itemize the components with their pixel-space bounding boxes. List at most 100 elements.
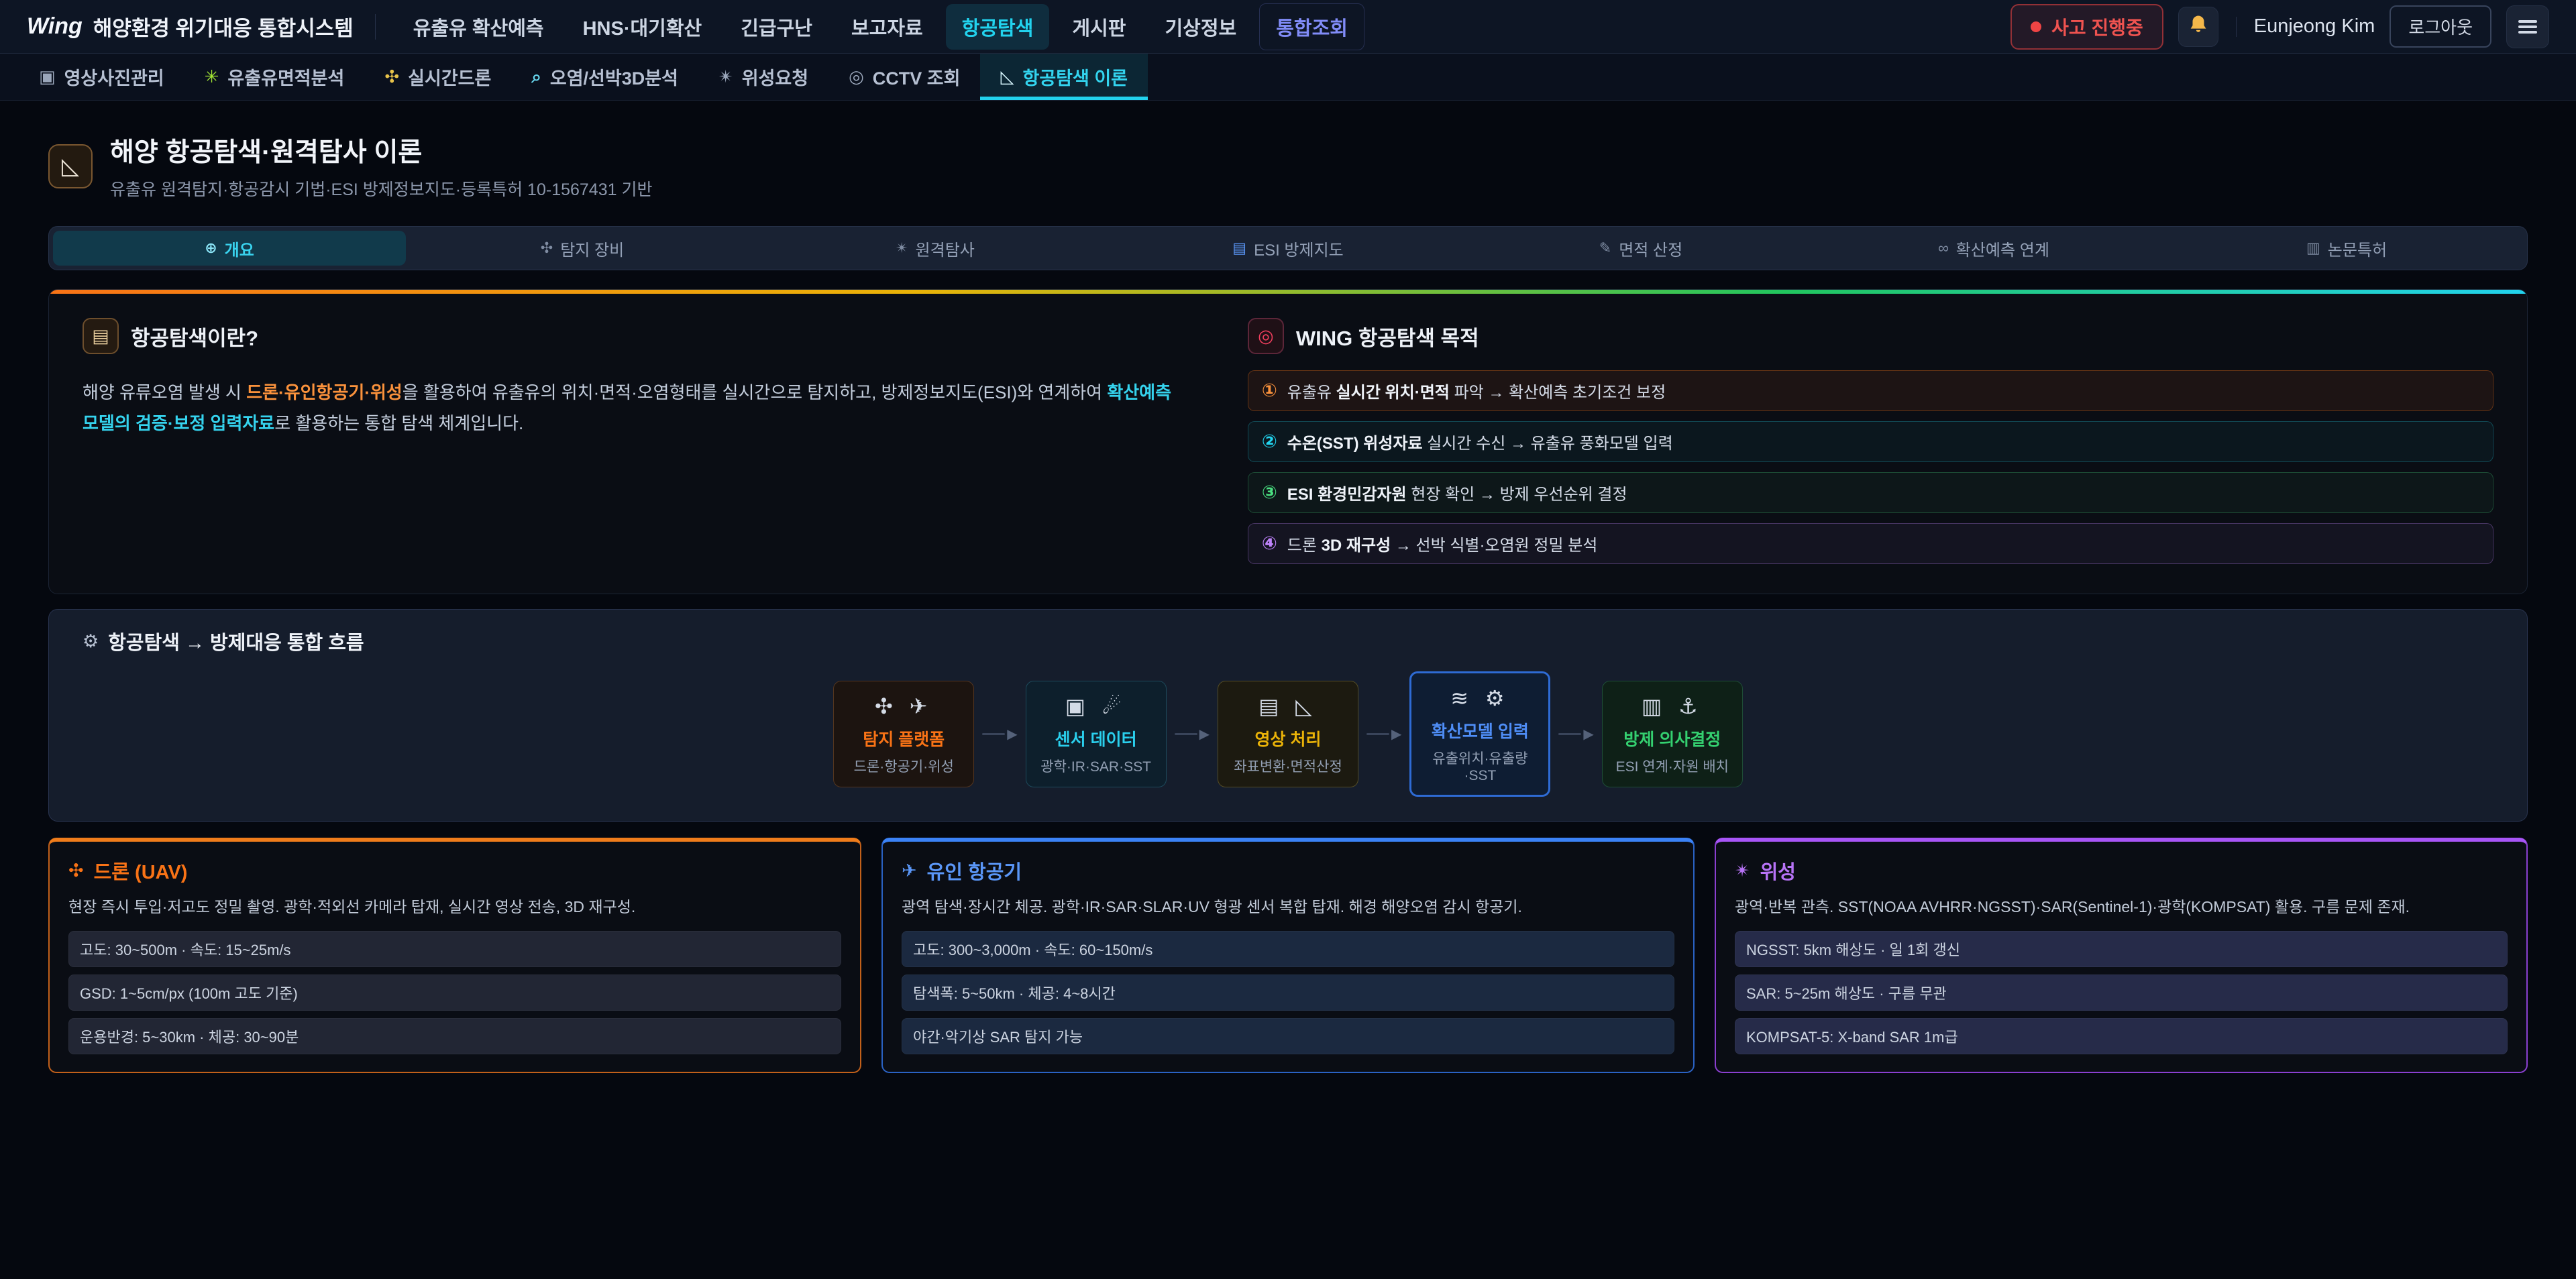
page-content: ◺ 해양 항공탐색·원격탐사 이론 유출유 원격탐지·항공감시 기법·ESI 방… [0, 131, 2576, 1073]
globe-icon: ⊕ [205, 239, 217, 257]
flow-title: ⚙ 항공탐색 → 방제대응 통합 흐름 [83, 627, 2493, 655]
flow-arrow: ▶ [1175, 726, 1210, 742]
subnav-tab-cctv[interactable]: ◎ CCTV 조회 [828, 54, 980, 100]
spec-row: GSD: 1~5cm/px (100m 고도 기준) [68, 975, 841, 1011]
divider [2236, 17, 2237, 37]
flow-arrow: ▶ [1366, 726, 1401, 742]
spec-row: 고도: 30~500m · 속도: 15~25m/s [68, 931, 841, 967]
page-subtitle: 유출유 원격탐지·항공감시 기법·ESI 방제정보지도·등록특허 10-1567… [110, 176, 652, 201]
triangle-ruler-icon: ◺ [1000, 66, 1014, 87]
arrow-right-icon: ▶ [1391, 726, 1401, 742]
satellite-icon: ✴ [896, 239, 908, 257]
overview-panel: ▤ 항공탐색이란? 해양 유류오염 발생 시 드론·유인항공기·위성을 활용하여… [48, 289, 2528, 594]
purpose-item: ② 수온(SST) 위성자료 실시간 수신 → 유출유 풍화모델 입력 [1248, 421, 2493, 462]
camera-sensor-icons: ▣ ☄ [1036, 693, 1157, 719]
pencil-icon: ✎ [1599, 239, 1611, 257]
purpose-item: ③ ESI 환경민감자원 현장 확인 → 방제 우선순위 결정 [1248, 472, 2493, 513]
card-description: 광역 탐색·장시간 체공. 광학·IR·SAR·SLAR·UV 형광 센서 복합… [902, 895, 1674, 919]
menu-button[interactable] [2506, 5, 2549, 48]
section-tabs: ⊕ 개요 ✣ 탐지 장비 ✴ 원격탐사 ▤ ESI 방제지도 ✎ 면적 산정 ∞… [48, 226, 2528, 270]
drone-icon: ✣ [68, 860, 84, 881]
app-title: 해양환경 위기대응 통합시스템 [93, 11, 354, 42]
tab-esi-map[interactable]: ▤ ESI 방제지도 [1112, 231, 1464, 266]
sub-navbar: ▣ 영상사진관리 ✳ 유출유면적분석 ✣ 실시간드론 ⌕ 오염/선박3D분석 ✴… [0, 54, 2576, 101]
tab-papers-patents[interactable]: ▥ 논문특허 [2170, 231, 2523, 266]
manned-aircraft-card: ✈ 유인 항공기 광역 탐색·장시간 체공. 광학·IR·SAR·SLAR·UV… [881, 838, 1695, 1073]
spec-row: NGSST: 5km 해상도 · 일 1회 갱신 [1735, 931, 2508, 967]
highlight-platforms: 드론·유인항공기·위성 [246, 382, 402, 402]
nav-item-rescue[interactable]: 긴급구난 [724, 4, 828, 50]
magnifier-icon: ⌕ [531, 66, 541, 88]
subnav-tab-theory[interactable]: ◺ 항공탐색 이론 [980, 54, 1148, 100]
map-book-icon: ▤ [1232, 239, 1246, 257]
tab-remote-sensing[interactable]: ✴ 원격탐사 [759, 231, 1112, 266]
subnav-tab-live-drone[interactable]: ✣ 실시간드론 [364, 54, 511, 100]
arrow-right-icon: ▶ [1199, 726, 1210, 742]
status-dot-icon [2031, 21, 2041, 32]
card-title: 유인 항공기 [927, 856, 1022, 885]
tab-detection-equipment[interactable]: ✣ 탐지 장비 [406, 231, 759, 266]
purpose-section: ◎ WING 항공탐색 목적 ① 유출유 실시간 위치·면적 파악 → 확산예측… [1248, 318, 2493, 564]
number-1-icon: ① [1262, 380, 1277, 401]
nav-item-reports[interactable]: 보고자료 [835, 4, 939, 50]
cctv-icon: ◎ [849, 66, 864, 87]
target-icon: ◎ [1248, 318, 1284, 354]
number-4-icon: ④ [1262, 533, 1277, 554]
divider [375, 14, 376, 40]
subnav-tab-area-analysis[interactable]: ✳ 유출유면적분석 [184, 54, 365, 100]
drone-plane-icons: ✣ ✈ [843, 693, 964, 719]
purpose-item: ④ 드론 3D 재구성 → 선박 식별·오염원 정밀 분석 [1248, 523, 2493, 564]
purpose-heading: WING 항공탐색 목적 [1296, 321, 1479, 351]
logout-button[interactable]: 로그아웃 [2390, 5, 2491, 48]
number-3-icon: ③ [1262, 482, 1277, 503]
triangle-ruler-icon: ◺ [62, 153, 79, 180]
wing-logo: Wing [27, 13, 83, 40]
card-description: 현장 즉시 투입·저고도 정밀 촬영. 광학·적외선 카메라 탑재, 실시간 영… [68, 895, 841, 919]
main-nav: 유출유 확산예측 HNS·대기확산 긴급구난 보고자료 항공탐색 게시판 기상정… [397, 3, 1364, 50]
drone-icon: ✣ [541, 239, 553, 257]
tab-overview[interactable]: ⊕ 개요 [53, 231, 406, 266]
flow-steps: ✣ ✈ 탐지 플랫폼 드론·항공기·위성 ▶ ▣ ☄ 센서 데이터 광학·IR·… [83, 671, 2493, 797]
drone-card: ✣ 드론 (UAV) 현장 즉시 투입·저고도 정밀 촬영. 광학·적외선 카메… [48, 838, 861, 1073]
tab-area-calculation[interactable]: ✎ 면적 산정 [1464, 231, 1817, 266]
purpose-list: ① 유출유 실시간 위치·면적 파악 → 확산예측 초기조건 보정 ② 수온(S… [1248, 370, 2493, 564]
nav-item-hns[interactable]: HNS·대기확산 [567, 4, 718, 50]
purpose-item: ① 유출유 실시간 위치·면적 파악 → 확산예측 초기조건 보정 [1248, 370, 2493, 411]
incident-status-badge: 사고 진행중 [2010, 4, 2163, 50]
top-navbar: Wing 해양환경 위기대응 통합시스템 유출유 확산예측 HNS·대기확산 긴… [0, 0, 2576, 54]
sparkle-icon: ✳ [205, 66, 219, 87]
card-title: 위성 [1760, 856, 1796, 885]
flow-step-platforms: ✣ ✈ 탐지 플랫폼 드론·항공기·위성 [833, 681, 974, 787]
subnav-tab-3d-analysis[interactable]: ⌕ 오염/선박3D분석 [511, 54, 698, 100]
flow-step-response-decision: ▥ ⚓ 방제 의사결정 ESI 연계·자원 배치 [1602, 681, 1743, 787]
tab-forecast-link[interactable]: ∞ 확산예측 연계 [1817, 231, 2170, 266]
satellite-icon: ✴ [718, 66, 733, 87]
navbar-right: 사고 진행중 Eunjeong Kim 로그아웃 [2010, 4, 2549, 50]
arrow-right-icon: ▶ [1007, 726, 1017, 742]
flow-step-sensor-data: ▣ ☄ 센서 데이터 광학·IR·SAR·SST [1026, 681, 1167, 787]
platform-cards: ✣ 드론 (UAV) 현장 즉시 투입·저고도 정밀 촬영. 광학·적외선 카메… [48, 838, 2528, 1073]
what-is-section: ▤ 항공탐색이란? 해양 유류오염 발생 시 드론·유인항공기·위성을 활용하여… [83, 318, 1187, 564]
nav-item-aerial-search[interactable]: 항공탐색 [946, 4, 1050, 50]
nav-item-board[interactable]: 게시판 [1056, 4, 1142, 50]
hamburger-icon [2518, 17, 2537, 36]
satellite-icon: ✴ [1735, 860, 1750, 881]
flow-step-model-input: ≋ ⚙ 확산모델 입력 유출위치·유출량·SST [1409, 671, 1550, 797]
notifications-button[interactable] [2178, 7, 2218, 47]
arrow-right-icon: ▶ [1583, 726, 1593, 742]
status-badge-label: 사고 진행중 [2051, 13, 2143, 40]
what-paragraph: 해양 유류오염 발생 시 드론·유인항공기·위성을 활용하여 유출유의 위치·면… [83, 377, 1187, 439]
page-header: ◺ 해양 항공탐색·원격탐사 이론 유출유 원격탐지·항공감시 기법·ESI 방… [48, 131, 2528, 201]
subnav-tab-satellite-request[interactable]: ✴ 위성요청 [698, 54, 828, 100]
map-ruler-icons: ▤ ◺ [1228, 693, 1348, 719]
what-heading: 항공탐색이란? [131, 321, 258, 351]
page-icon: ◺ [48, 144, 93, 188]
spec-row: 운용반경: 5~30km · 체공: 30~90분 [68, 1018, 841, 1054]
nav-item-spill-forecast[interactable]: 유출유 확산예측 [397, 4, 560, 50]
subnav-tab-media[interactable]: ▣ 영상사진관리 [19, 54, 184, 100]
nav-item-weather[interactable]: 기상정보 [1148, 4, 1252, 50]
drone-icon: ✣ [384, 66, 399, 87]
nav-item-integrated-search[interactable]: 통합조회 [1259, 3, 1364, 50]
spec-row: 야간·악기상 SAR 탐지 가능 [902, 1018, 1674, 1054]
flow-arrow: ▶ [1558, 726, 1593, 742]
